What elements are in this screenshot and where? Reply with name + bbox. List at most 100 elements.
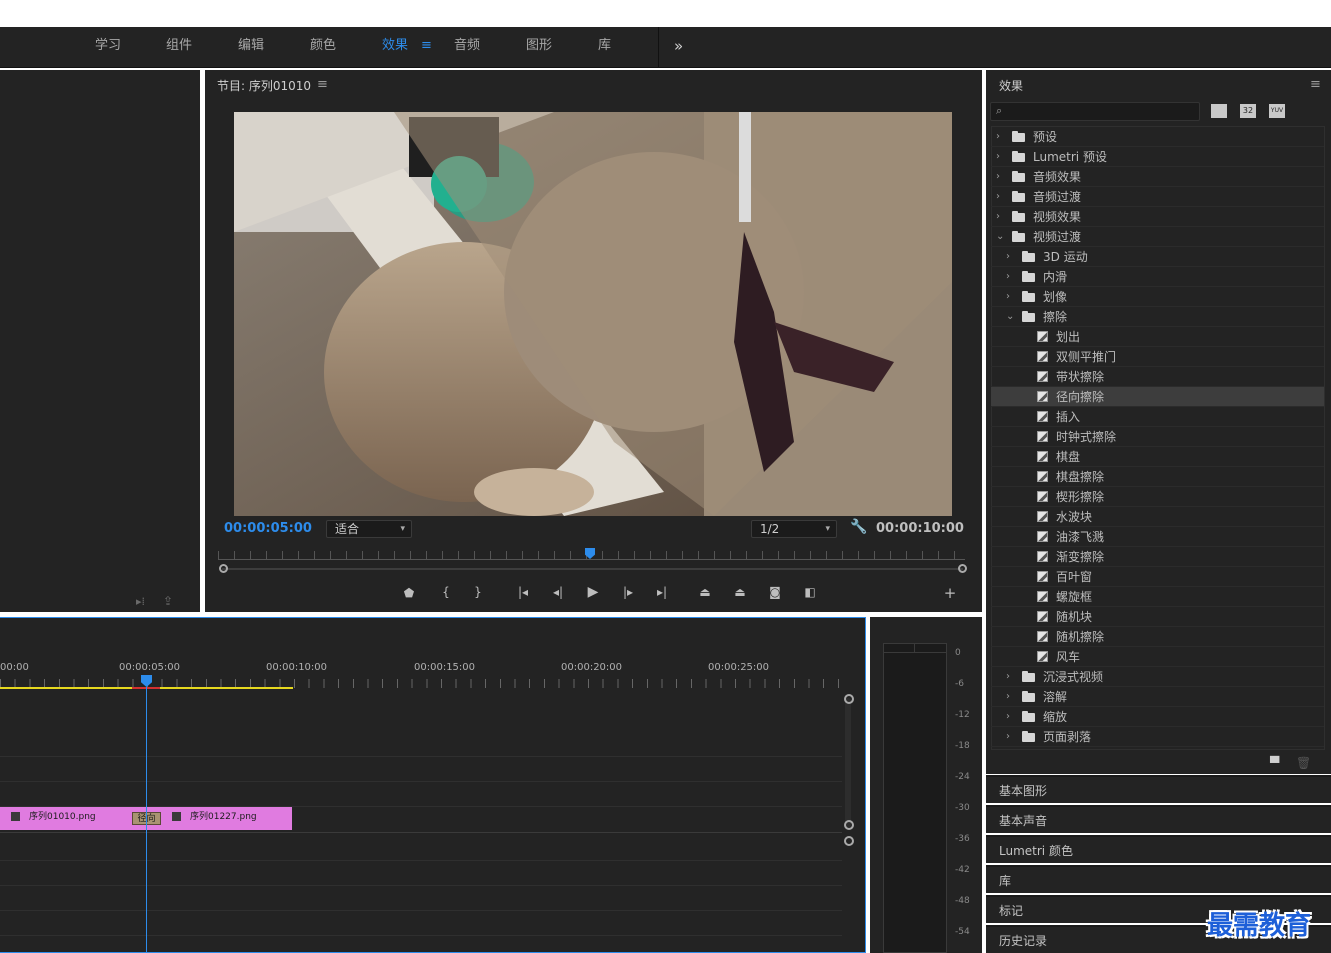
nav-color[interactable]: 颜色 [310, 27, 336, 67]
tree-item[interactable]: › 视频效果 [991, 207, 1324, 227]
play-icon[interactable]: ▶ [583, 584, 603, 600]
lift-icon[interactable]: ⏏ [695, 585, 715, 599]
tree-item[interactable]: › Lumetri 预设 [991, 147, 1324, 167]
zoom-handle-left[interactable] [219, 564, 228, 573]
tree-item[interactable]: › 音频过渡 [991, 187, 1324, 207]
nav-graphics[interactable]: 图形 [526, 27, 552, 67]
tree-item[interactable]: › 3D 运动 [991, 247, 1324, 267]
effects-search-input[interactable]: ⌕ [990, 102, 1200, 121]
chevron-right-icon[interactable]: › [1006, 267, 1010, 287]
chevron-right-icon[interactable]: › [996, 187, 1000, 207]
delete-icon[interactable]: 🗑 [1296, 756, 1311, 770]
mark-in-icon[interactable]: { [436, 585, 456, 599]
tree-item[interactable]: › 页面剥落 [991, 727, 1324, 747]
tree-item[interactable]: 渐变擦除 [991, 547, 1324, 567]
tree-item[interactable]: › 预设 [991, 127, 1324, 147]
chevron-right-icon[interactable]: › [996, 207, 1000, 227]
tree-item[interactable]: 划出 [991, 327, 1324, 347]
nav-effects-menu-icon[interactable]: ≡ [421, 27, 432, 67]
tree-item[interactable]: 油漆飞溅 [991, 527, 1324, 547]
add-marker-icon[interactable]: ⬟ [399, 586, 419, 600]
clip-2[interactable]: 序列01227.png [146, 807, 292, 830]
nav-audio[interactable]: 音频 [454, 27, 480, 67]
tree-item[interactable]: › 缩放 [991, 707, 1324, 727]
tree-item-label: 风车 [1056, 650, 1081, 664]
panel-libraries[interactable]: 库 [986, 865, 1331, 893]
zoom-scrollbar[interactable] [222, 568, 963, 570]
mark-out-icon[interactable]: } [468, 585, 488, 599]
32bit-icon[interactable]: 32 [1240, 104, 1256, 118]
meter-label: -30 [955, 803, 970, 813]
panel-essential-graphics[interactable]: 基本图形 [986, 775, 1331, 803]
nav-libraries[interactable]: 库 [598, 27, 611, 67]
tree-item[interactable]: 棋盘擦除 [991, 467, 1324, 487]
go-to-out-icon[interactable]: ▸| [652, 585, 672, 599]
tree-item[interactable]: ⌄ 擦除 [991, 307, 1324, 327]
nav-effects[interactable]: 效果 [382, 27, 408, 67]
scroll-handle-audio[interactable] [844, 836, 854, 846]
tree-item[interactable]: 百叶窗 [991, 567, 1324, 587]
tree-item[interactable]: 水波块 [991, 507, 1324, 527]
export-frame-icon[interactable]: ◙ [765, 585, 785, 599]
nav-assembly[interactable]: 组件 [166, 27, 192, 67]
button-editor-icon[interactable]: + [940, 584, 960, 602]
go-to-in-icon[interactable]: |◂ [513, 585, 533, 599]
chevron-right-icon[interactable]: › [1006, 727, 1010, 747]
tree-item[interactable]: 时钟式擦除 [991, 427, 1324, 447]
accelerated-effects-icon[interactable] [1211, 104, 1227, 118]
extract-icon[interactable]: ⏏ [730, 585, 750, 599]
step-forward-icon[interactable]: |▸ [618, 585, 638, 599]
tree-item[interactable]: › 内滑 [991, 267, 1324, 287]
chevron-right-icon[interactable]: › [1006, 687, 1010, 707]
tree-item[interactable]: 风车 [991, 647, 1324, 667]
tree-item[interactable]: 径向擦除 [991, 387, 1324, 407]
step-back-icon[interactable]: ◂| [548, 585, 568, 599]
chevron-right-icon[interactable]: › [996, 127, 1000, 147]
tree-item[interactable]: › 划像 [991, 287, 1324, 307]
resolution-select[interactable]: 1/2 ▾ [751, 520, 837, 538]
panel-essential-sound[interactable]: 基本声音 [986, 805, 1331, 833]
more-workspaces-icon[interactable]: » [674, 27, 683, 67]
chevron-right-icon[interactable]: › [1006, 667, 1010, 687]
panel-lumetri-color[interactable]: Lumetri 颜色 [986, 835, 1331, 863]
program-title[interactable]: 节目: 序列01010 [217, 77, 311, 94]
chevron-right-icon[interactable]: › [1006, 287, 1010, 307]
chevron-down-icon[interactable]: ⌄ [1006, 307, 1014, 327]
tree-item[interactable]: 插入 [991, 407, 1324, 427]
chevron-right-icon[interactable]: › [1006, 707, 1010, 727]
nav-editing[interactable]: 编辑 [238, 27, 264, 67]
tree-item[interactable]: 随机擦除 [991, 627, 1324, 647]
yuv-icon[interactable]: YUV [1269, 104, 1285, 118]
folder-icon [1022, 711, 1035, 722]
vertical-scrollbar[interactable] [845, 698, 851, 828]
insert-icon[interactable]: ▸⁞ [136, 595, 145, 608]
chevron-down-icon[interactable]: ⌄ [996, 227, 1004, 247]
program-menu-icon[interactable]: ≡ [317, 77, 328, 92]
tree-item[interactable]: 带状擦除 [991, 367, 1324, 387]
zoom-handle-right[interactable] [958, 564, 967, 573]
scroll-handle-bottom[interactable] [844, 820, 854, 830]
tree-item[interactable]: › 溶解 [991, 687, 1324, 707]
scroll-handle-top[interactable] [844, 694, 854, 704]
new-bin-icon[interactable]: ▀ [1270, 756, 1279, 770]
current-timecode[interactable]: 00:00:05:00 [224, 521, 312, 536]
tree-item[interactable]: 螺旋框 [991, 587, 1324, 607]
tree-item[interactable]: 双侧平推门 [991, 347, 1324, 367]
tree-item[interactable]: › 沉浸式视频 [991, 667, 1324, 687]
fit-select[interactable]: 适合 ▾ [326, 520, 412, 538]
wrench-icon[interactable]: 🔧 [850, 519, 867, 535]
chevron-right-icon[interactable]: › [996, 147, 1000, 167]
comparison-view-icon[interactable]: ◧ [800, 585, 820, 599]
export-icon[interactable]: ⇪ [163, 594, 173, 608]
tree-item[interactable]: 楔形擦除 [991, 487, 1324, 507]
nav-learn[interactable]: 学习 [95, 27, 121, 67]
clip-1[interactable]: 序列01010.png [0, 807, 146, 830]
tree-item[interactable]: › 音频效果 [991, 167, 1324, 187]
tree-item[interactable]: 棋盘 [991, 447, 1324, 467]
chevron-right-icon[interactable]: › [1006, 247, 1010, 267]
effects-title[interactable]: 效果 [999, 77, 1023, 94]
effects-menu-icon[interactable]: ≡ [1310, 77, 1321, 92]
tree-item[interactable]: 随机块 [991, 607, 1324, 627]
tree-item[interactable]: ⌄ 视频过渡 [991, 227, 1324, 247]
chevron-right-icon[interactable]: › [996, 167, 1000, 187]
